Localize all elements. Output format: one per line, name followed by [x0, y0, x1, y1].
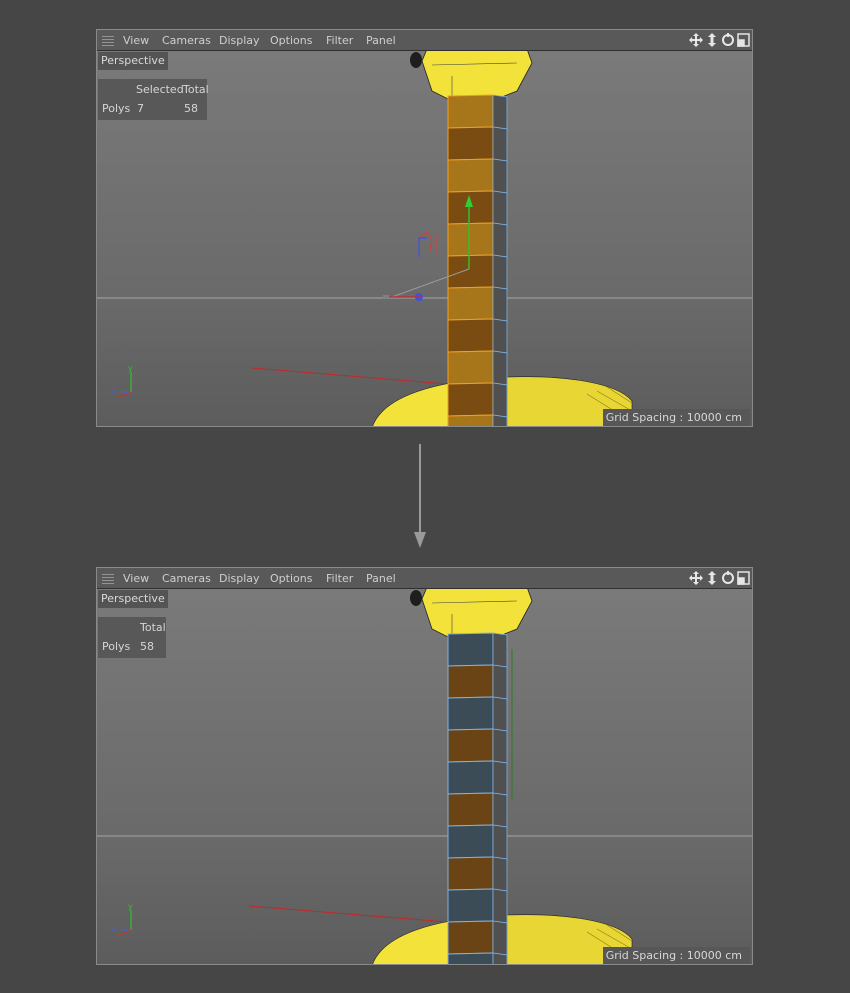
column-face-front[interactable] — [447, 222, 494, 257]
panel-grip-icon[interactable] — [102, 572, 114, 584]
viewport-bottom[interactable]: View Cameras Display Options Filter Pane… — [96, 567, 753, 965]
scene-render: y z — [97, 586, 752, 965]
stats-header-total: Total — [183, 83, 209, 96]
stats-total-value: 58 — [140, 640, 154, 653]
column-face-front[interactable] — [447, 350, 494, 385]
poly-stats: Total Polys 58 — [98, 617, 166, 658]
column-face-front[interactable] — [447, 286, 494, 321]
column-face-side[interactable] — [492, 728, 508, 764]
column-face-front[interactable] — [447, 632, 494, 667]
column-face-side[interactable] — [492, 414, 508, 427]
stats-row-label: Polys — [102, 102, 131, 115]
view-tools — [688, 32, 750, 48]
column-face-front[interactable] — [447, 920, 494, 955]
menu-filter[interactable]: Filter — [326, 34, 353, 47]
column-face-side[interactable] — [492, 760, 508, 796]
column-face-side[interactable] — [492, 254, 508, 290]
menu-panel[interactable]: Panel — [366, 34, 396, 47]
stats-header-selected: Selected — [136, 83, 184, 96]
column-face-side[interactable] — [492, 792, 508, 828]
column-face-side[interactable] — [492, 856, 508, 892]
move-view-icon[interactable] — [689, 571, 703, 585]
grid-spacing-label: Grid Spacing : 10000 cm — [602, 947, 750, 964]
move-view-icon[interactable] — [689, 33, 703, 47]
svg-text:y: y — [128, 902, 133, 911]
column-face-side[interactable] — [492, 190, 508, 226]
column-face-front[interactable] — [447, 952, 494, 965]
menu-filter[interactable]: Filter — [326, 572, 353, 585]
viewport-top[interactable]: View Cameras Display Options Filter Pane… — [96, 29, 753, 427]
viewport-menubar: View Cameras Display Options Filter Pane… — [97, 568, 752, 589]
cap-knob — [410, 52, 422, 68]
camera-label[interactable]: Perspective — [98, 590, 168, 608]
menu-view[interactable]: View — [123, 34, 149, 47]
column-face-side[interactable] — [492, 888, 508, 924]
column-face-front[interactable] — [447, 664, 494, 699]
camera-label[interactable]: Perspective — [98, 52, 168, 70]
stats-total-value: 58 — [184, 102, 198, 115]
column-face-front[interactable] — [447, 888, 494, 923]
column-face-front[interactable] — [447, 414, 494, 427]
column-face-side[interactable] — [492, 824, 508, 860]
menu-options[interactable]: Options — [270, 34, 312, 47]
column-face-side[interactable] — [492, 318, 508, 354]
dolly-view-icon[interactable] — [708, 33, 716, 47]
column-face-side[interactable] — [492, 664, 508, 700]
column-face-side[interactable] — [492, 920, 508, 956]
column[interactable] — [447, 632, 508, 965]
column-face-front[interactable] — [447, 190, 494, 225]
column-face-front[interactable] — [447, 696, 494, 731]
column-face-front[interactable] — [447, 126, 494, 161]
menu-cameras[interactable]: Cameras — [162, 572, 211, 585]
maximize-view-icon[interactable] — [737, 571, 750, 585]
column-face-side[interactable] — [492, 94, 508, 130]
column-face-side[interactable] — [492, 222, 508, 258]
column-face-front[interactable] — [447, 856, 494, 891]
column-face-front[interactable] — [447, 254, 494, 289]
column[interactable] — [447, 94, 508, 427]
view-tools — [688, 570, 750, 586]
menu-display[interactable]: Display — [219, 572, 260, 585]
menu-options[interactable]: Options — [270, 572, 312, 585]
column-face-front[interactable] — [447, 792, 494, 827]
transition-arrow-icon — [414, 444, 426, 548]
stats-selected-value: 7 — [137, 102, 144, 115]
stats-row-label: Polys — [102, 640, 131, 653]
panel-grip-icon[interactable] — [102, 34, 114, 46]
column-face-front[interactable] — [447, 728, 494, 763]
column-face-front[interactable] — [447, 824, 494, 859]
menu-cameras[interactable]: Cameras — [162, 34, 211, 47]
column-face-side[interactable] — [492, 382, 508, 418]
rotate-view-icon[interactable] — [722, 571, 734, 584]
viewport-scene[interactable]: y z Perspective Selected Total Polys 7 5… — [97, 48, 752, 427]
column-face-side[interactable] — [492, 350, 508, 386]
grid-spacing-label: Grid Spacing : 10000 cm — [602, 409, 750, 426]
poly-stats: Selected Total Polys 7 58 — [98, 79, 209, 120]
svg-text:z: z — [111, 925, 115, 934]
menu-view[interactable]: View — [123, 572, 149, 585]
menu-panel[interactable]: Panel — [366, 572, 396, 585]
column-face-side[interactable] — [492, 126, 508, 162]
dolly-view-icon[interactable] — [708, 571, 716, 585]
viewport-menubar: View Cameras Display Options Filter Pane… — [97, 30, 752, 51]
column-face-front[interactable] — [447, 158, 494, 193]
column-face-side[interactable] — [492, 158, 508, 194]
column-face-front[interactable] — [447, 94, 494, 129]
svg-text:y: y — [128, 364, 133, 373]
stats-header-total: Total — [140, 621, 166, 634]
column-face-front[interactable] — [447, 382, 494, 417]
column-face-front[interactable] — [447, 318, 494, 353]
svg-text:z: z — [111, 387, 115, 396]
maximize-view-icon[interactable] — [737, 33, 750, 47]
rotate-view-icon[interactable] — [722, 33, 734, 46]
menu-display[interactable]: Display — [219, 34, 260, 47]
column-face-side[interactable] — [492, 286, 508, 322]
column-face-front[interactable] — [447, 760, 494, 795]
column-face-side[interactable] — [492, 632, 508, 668]
column-face-side[interactable] — [492, 696, 508, 732]
viewport-scene[interactable]: y z Perspective Total Polys 58 Grid Spac… — [97, 586, 752, 965]
cap-knob — [410, 590, 422, 606]
column-face-side[interactable] — [492, 952, 508, 965]
